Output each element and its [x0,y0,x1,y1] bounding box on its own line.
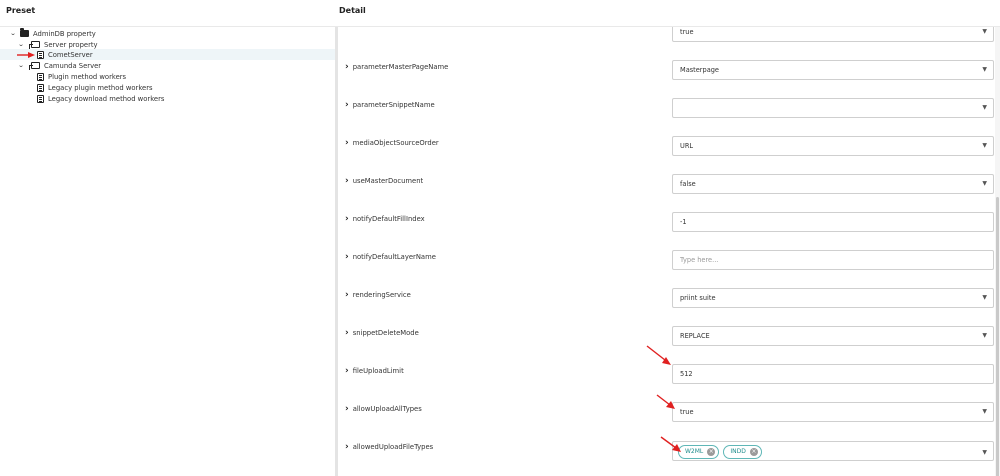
close-circle-icon[interactable]: × [749,448,758,456]
property-multiselect[interactable]: W2ML × INDD × ▼ [672,441,994,461]
server-icon [29,41,40,49]
preset-tree: ⌄ AdminDB property ⌄ Server property Com… [0,27,336,476]
server-icon [29,62,40,70]
chevron-down-icon[interactable]: ⌄ [16,41,26,48]
property-select[interactable]: URL ▼ [672,136,994,156]
property-select[interactable]: Masterpage ▼ [672,60,994,80]
property-label: notifyDefaultLayerName [352,253,436,261]
property-input[interactable]: 512 [672,364,994,384]
property-label: renderingService [352,291,411,299]
chip-indd: INDD × [723,445,762,459]
chevron-right-icon[interactable]: › [345,215,349,224]
tree-node-admindb-property[interactable]: ⌄ AdminDB property [0,28,336,39]
folder-icon [20,28,29,37]
annotation-arrow-icon [646,345,671,365]
chevron-right-icon[interactable]: › [345,367,349,376]
tree-node-camunda-server[interactable]: ⌄ Camunda Server [0,60,336,71]
property-row: › notifyDefaultFillIndex -1 [338,210,1000,248]
tree-node-label: Legacy download method workers [48,94,165,103]
caret-down-icon[interactable]: ▼ [982,99,987,117]
detail-scrollbar[interactable] [995,27,1000,476]
detail-header: Detail [339,6,366,15]
caret-down-icon[interactable]: ▼ [982,175,987,193]
chip-w2ml: W2ML × [678,445,720,459]
chevron-right-icon[interactable]: › [345,63,349,72]
tree-node-label: Plugin method workers [48,72,127,81]
property-label: useMasterDocument [352,177,424,185]
property-select[interactable]: true ▼ [672,402,994,422]
tree-node-label: Legacy plugin method workers [48,83,153,92]
property-label: parameterMasterPageName [352,63,449,71]
property-row: › notifyDefaultLayerName Type here... [338,248,1000,286]
annotation-arrow-icon [656,394,675,409]
close-circle-icon[interactable]: × [707,448,716,456]
chevron-right-icon[interactable]: › [345,291,349,300]
scrollbar-thumb[interactable] [996,197,999,476]
chevron-right-icon[interactable]: › [345,139,349,148]
tree-node-plugin-method-workers[interactable]: Plugin method workers [0,71,336,82]
property-row: › parameterSnippetName ▼ [338,96,1000,134]
annotation-arrow-icon [660,436,681,452]
document-icon [37,94,44,103]
tree-node-cometserver[interactable]: CometServer [0,49,336,60]
chevron-right-icon[interactable]: › [345,443,349,452]
property-input[interactable]: Type here... [672,250,994,270]
chevron-right-icon[interactable]: › [345,405,349,414]
property-select[interactable]: false ▼ [672,174,994,194]
tree-node-legacy-download-method-workers[interactable]: Legacy download method workers [0,93,336,104]
caret-down-icon[interactable]: ▼ [982,137,987,155]
property-name[interactable]: › parameterSnippetName [345,101,435,110]
property-input[interactable]: -1 [672,212,994,232]
property-name[interactable]: › fileUploadLimit [345,367,404,376]
tree-node-label: Camunda Server [44,61,102,70]
document-icon [37,72,44,81]
property-name[interactable]: › mediaObjectSourceOrder [345,139,439,148]
chevron-right-icon[interactable]: › [345,177,349,186]
annotation-arrow-icon [17,52,35,58]
property-select[interactable]: priint suite ▼ [672,288,994,308]
caret-down-icon[interactable]: ▼ [982,403,987,421]
caret-down-icon[interactable]: ▼ [982,444,987,462]
caret-down-icon[interactable]: ▼ [982,289,987,307]
property-select[interactable]: REPLACE ▼ [672,326,994,346]
property-select[interactable]: true ▼ [672,27,994,42]
tree-node-label: AdminDB property [33,29,96,38]
tree-node-label: Server property [44,40,98,49]
property-row: › parameterMasterPageName Masterpage ▼ [338,58,1000,96]
property-name[interactable]: › notifyDefaultFillIndex [345,215,425,224]
property-name[interactable]: › snippetDeleteMode [345,329,419,338]
tree-node-legacy-plugin-method-workers[interactable]: Legacy plugin method workers [0,82,336,93]
property-label: fileUploadLimit [352,367,404,375]
property-label: parameterSnippetName [352,101,435,109]
property-label: allowedUploadFileTypes [352,443,434,451]
property-row: › renderingService priint suite ▼ [338,286,1000,324]
property-name[interactable]: › allowedUploadFileTypes [345,443,434,452]
property-row: › true ▼ [338,27,1000,54]
document-icon [37,83,44,92]
chevron-down-icon[interactable]: ⌄ [16,62,26,69]
caret-down-icon[interactable]: ▼ [982,327,987,345]
preset-header: Preset [6,6,36,15]
property-name[interactable]: › notifyDefaultLayerName [345,253,436,262]
property-name[interactable]: › renderingService [345,291,411,300]
property-label: allowUploadAllTypes [352,405,422,413]
property-select[interactable]: ▼ [672,98,994,118]
property-name[interactable]: › useMasterDocument [345,177,424,186]
document-icon [37,50,44,59]
property-label: notifyDefaultFillIndex [352,215,425,223]
property-label: mediaObjectSourceOrder [352,139,439,147]
chevron-right-icon[interactable]: › [345,329,349,338]
chevron-right-icon[interactable]: › [345,101,349,110]
property-name[interactable]: › allowUploadAllTypes [345,405,422,414]
tree-node-label: CometServer [48,50,93,59]
chevron-down-icon[interactable]: ⌄ [8,30,18,37]
property-row: › mediaObjectSourceOrder URL ▼ [338,134,1000,172]
caret-down-icon[interactable]: ▼ [982,27,987,41]
chevron-right-icon[interactable]: › [345,253,349,262]
property-row: › useMasterDocument false ▼ [338,172,1000,210]
property-label: snippetDeleteMode [352,329,419,337]
caret-down-icon[interactable]: ▼ [982,61,987,79]
property-name[interactable]: › parameterMasterPageName [345,63,449,72]
